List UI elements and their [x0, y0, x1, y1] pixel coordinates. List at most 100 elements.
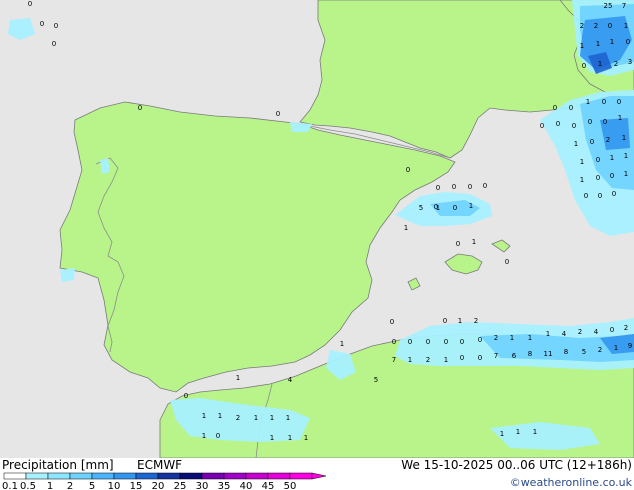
precip-value-label: 7 — [392, 356, 396, 364]
precip-value-label: 0 — [626, 38, 630, 46]
precip-value-label: 0 — [456, 240, 460, 248]
precip-value-label: 2 — [474, 317, 478, 325]
precip-value-label: 1 — [469, 202, 473, 210]
precip-value-label: 2 — [494, 334, 498, 342]
precip-value-label: 1 — [580, 158, 584, 166]
precip-value-label: 0 — [478, 336, 482, 344]
precip-value-label: 0 — [572, 122, 576, 130]
precip-value-label: 7 — [622, 2, 626, 10]
legend-tick-label: 25 — [174, 481, 187, 490]
legend-tick-label: 15 — [130, 481, 143, 490]
precip-value-label: 1 — [304, 434, 308, 442]
legend-swatch — [113, 472, 137, 480]
precip-value-label: 0 — [596, 174, 600, 182]
precip-value-label: 1 — [458, 317, 462, 325]
precip-value-label: 0 — [460, 338, 464, 346]
precip-value-label: 1 — [610, 154, 614, 162]
precip-value-label: 0 — [612, 190, 616, 198]
precip-value-label: 8 — [564, 348, 568, 356]
precip-value-label: 2 — [606, 136, 610, 144]
precip-value-label: 25 — [604, 2, 613, 10]
precip-value-label: 0 — [582, 62, 586, 70]
precip-value-label: 0 — [478, 354, 482, 362]
precip-value-label: 1 — [624, 22, 628, 30]
precip-value-label: 1 — [286, 414, 290, 422]
precip-value-label: 0 — [40, 20, 44, 28]
precip-value-label: 1 — [510, 334, 514, 342]
precip-value-label: 0 — [460, 354, 464, 362]
precip-value-label: 5 — [374, 376, 378, 384]
footer-credit: ©weatheronline.co.uk — [510, 476, 633, 489]
precip-value-label: 0 — [443, 317, 447, 325]
precip-value-label: 0 — [138, 104, 142, 112]
precip-value-label: 2 — [614, 60, 618, 68]
precip-value-label: 1 — [202, 412, 206, 420]
precip-value-label: 1 — [270, 434, 274, 442]
precip-value-label: 7 — [494, 352, 498, 360]
precip-value-label: 1 — [610, 38, 614, 46]
precip-value-label: 0 — [406, 166, 410, 174]
precip-value-label: 0 — [598, 192, 602, 200]
precip-value-label: 2 — [580, 22, 584, 30]
precip-value-label: 1 — [404, 224, 408, 232]
legend-swatch — [47, 472, 71, 480]
precip-value-label: 1 — [472, 238, 476, 246]
footer-model: ECMWF — [137, 458, 182, 472]
precip-value-label: 0 — [617, 98, 621, 106]
precip-value-label: 1 — [596, 40, 600, 48]
precip-value-label: 1 — [202, 432, 206, 440]
precip-value-label: 0 — [556, 120, 560, 128]
precip-value-label: 0 — [610, 326, 614, 334]
precip-value-label: 1 — [624, 170, 628, 178]
legend-swatch — [289, 472, 313, 480]
precip-value-label: 0 — [590, 138, 594, 146]
precip-value-label: 1 — [614, 344, 618, 352]
precip-value-label: 0 — [28, 0, 32, 8]
precip-value-label: 0 — [392, 338, 396, 346]
precip-value-label: 0 — [603, 118, 607, 126]
legend-swatch — [157, 472, 181, 480]
precip-value-label: 0 — [390, 318, 394, 326]
precip-value-label: 4 — [288, 376, 293, 384]
legend-tick-label: 30 — [196, 481, 209, 490]
precip-value-label: 1 — [218, 412, 222, 420]
legend-tick-label: 50 — [284, 481, 297, 490]
precip-value-label: 0 — [453, 204, 457, 212]
precip-value-label: 4 — [562, 330, 567, 338]
precip-value-label: 1 — [546, 330, 550, 338]
precip-value-label: 1 — [624, 152, 628, 160]
precip-value-label: 0 — [608, 22, 612, 30]
legend-overflow-arrow — [311, 472, 327, 480]
precip-value-label: 1 — [500, 430, 504, 438]
precip-value-label: 1 — [618, 114, 622, 122]
precip-value-label: 0 — [505, 258, 509, 266]
precip-value-label: 5 — [582, 348, 586, 356]
precip-value-label: 1 — [580, 42, 584, 50]
precip-value-label: 3 — [628, 58, 632, 66]
precip-value-label: 2 — [594, 22, 598, 30]
precip-value-label: 2 — [236, 414, 240, 422]
precip-value-label: 1 — [516, 428, 520, 436]
precip-value-label: 0 — [216, 432, 220, 440]
precip-value-label: 1 — [288, 434, 292, 442]
precip-value-label: 6 — [512, 352, 517, 360]
legend-swatch — [245, 472, 269, 480]
precip-value-label: 0 — [553, 104, 557, 112]
legend-tick-label: 0.5 — [20, 481, 36, 490]
legend-swatch — [91, 472, 115, 480]
precip-value-label: 0 — [276, 110, 280, 118]
precip-value-label: 2 — [624, 324, 628, 332]
legend-tick-label: 2 — [67, 481, 73, 490]
precip-value-label: 0 — [602, 98, 606, 106]
color-scale-legend — [3, 472, 327, 480]
precip-value-label: 9 — [628, 342, 632, 350]
precip-value-label: 0 — [569, 104, 573, 112]
precip-value-label: 0 — [540, 122, 544, 130]
legend-tick-label: 35 — [218, 481, 231, 490]
precip-value-label: 0 — [588, 118, 592, 126]
precip-value-label: 0 — [52, 40, 56, 48]
precip-value-label: 1 — [528, 334, 532, 342]
precip-value-label: 1 — [340, 340, 344, 348]
precip-value-label: 0 — [452, 183, 456, 191]
precip-value-label: 11 — [544, 350, 553, 358]
